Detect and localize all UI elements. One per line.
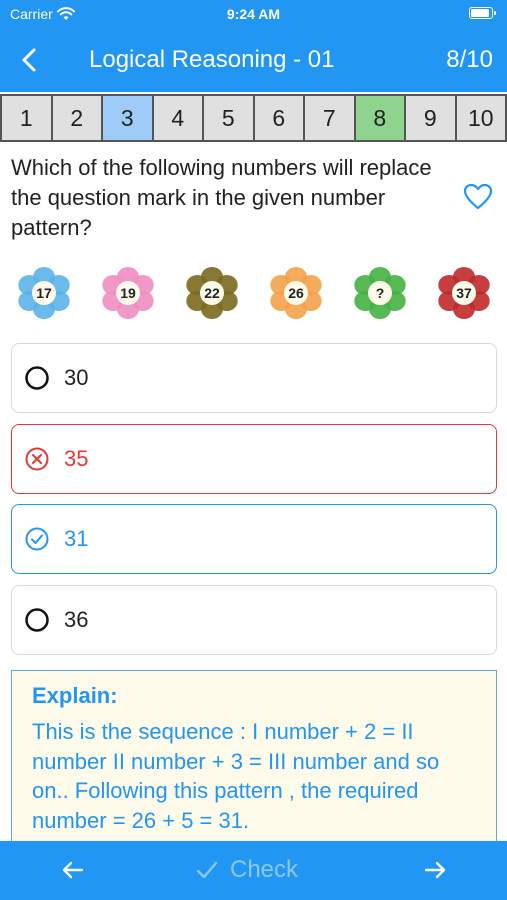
question-number-2[interactable]: 2 xyxy=(50,94,103,142)
question-number-10[interactable]: 10 xyxy=(454,94,507,142)
check-label: Check xyxy=(230,856,299,883)
explanation-text: This is the sequence : I number + 2 = II… xyxy=(32,719,440,833)
chevron-left-icon xyxy=(22,48,36,72)
page-title: Logical Reasoning - 01 xyxy=(89,46,335,73)
question-text: Which of the following numbers will repl… xyxy=(11,155,432,240)
flower-3: 22 xyxy=(180,262,244,324)
arrow-left-icon[interactable] xyxy=(58,855,88,885)
option-d-label: 36 xyxy=(64,607,89,632)
radio-empty-icon xyxy=(25,608,49,632)
flower-1: 17 xyxy=(12,262,76,324)
check-circle-icon xyxy=(25,527,49,551)
flower-number: 37 xyxy=(456,285,472,301)
question-number-4[interactable]: 4 xyxy=(151,94,204,142)
check-icon xyxy=(196,861,218,879)
option-c[interactable]: 31 xyxy=(11,504,497,574)
status-time: 9:24 AM xyxy=(226,6,281,22)
flower-number: 17 xyxy=(36,285,52,301)
option-a-label: 30 xyxy=(64,365,89,390)
nav-bar: Logical Reasoning - 01 8/10 xyxy=(0,32,507,88)
question-number-1[interactable]: 1 xyxy=(0,94,53,142)
header: Carrier 9:24 AM Logical Reasoning - 01 8… xyxy=(0,0,507,92)
question-number-strip: 1 2 3 4 5 6 7 8 9 10 xyxy=(0,94,507,142)
question-number-5[interactable]: 5 xyxy=(202,94,255,142)
question-number-8[interactable]: 8 xyxy=(353,94,406,142)
battery-icon xyxy=(469,7,496,19)
heart-icon[interactable] xyxy=(462,181,494,213)
arrow-right-icon[interactable] xyxy=(420,855,450,885)
flower-4: 26 xyxy=(264,262,328,324)
flower-number: 22 xyxy=(204,285,220,301)
flower-number: 19 xyxy=(120,285,136,301)
explanation-box: Explain: This is the sequence : I number… xyxy=(11,670,497,850)
back-button[interactable] xyxy=(14,44,46,76)
question-number-9[interactable]: 9 xyxy=(404,94,457,142)
check-button[interactable]: Check xyxy=(194,854,298,886)
option-b-label: 35 xyxy=(64,446,89,471)
flower-number: 26 xyxy=(288,285,304,301)
question-number-6[interactable]: 6 xyxy=(252,94,305,142)
option-a[interactable]: 30 xyxy=(11,343,497,413)
bottom-toolbar: Check xyxy=(0,841,507,900)
option-b[interactable]: 35 xyxy=(11,424,497,494)
status-bar: Carrier 9:24 AM xyxy=(0,0,507,28)
x-circle-icon xyxy=(25,447,49,471)
radio-empty-icon xyxy=(25,366,49,390)
question-number-7[interactable]: 7 xyxy=(303,94,356,142)
option-c-label: 31 xyxy=(64,526,89,551)
flower-number: ? xyxy=(375,285,385,301)
number-pattern: 17 19 22 26? 37 xyxy=(12,262,502,324)
option-d[interactable]: 36 xyxy=(11,585,497,655)
flower-2: 19 xyxy=(96,262,160,324)
question-progress: 8/10 xyxy=(446,46,493,73)
flower-6: 37 xyxy=(432,262,496,324)
flower-5: ? xyxy=(348,262,412,324)
question-number-3[interactable]: 3 xyxy=(101,94,154,142)
explanation-title: Explain: xyxy=(32,683,118,708)
